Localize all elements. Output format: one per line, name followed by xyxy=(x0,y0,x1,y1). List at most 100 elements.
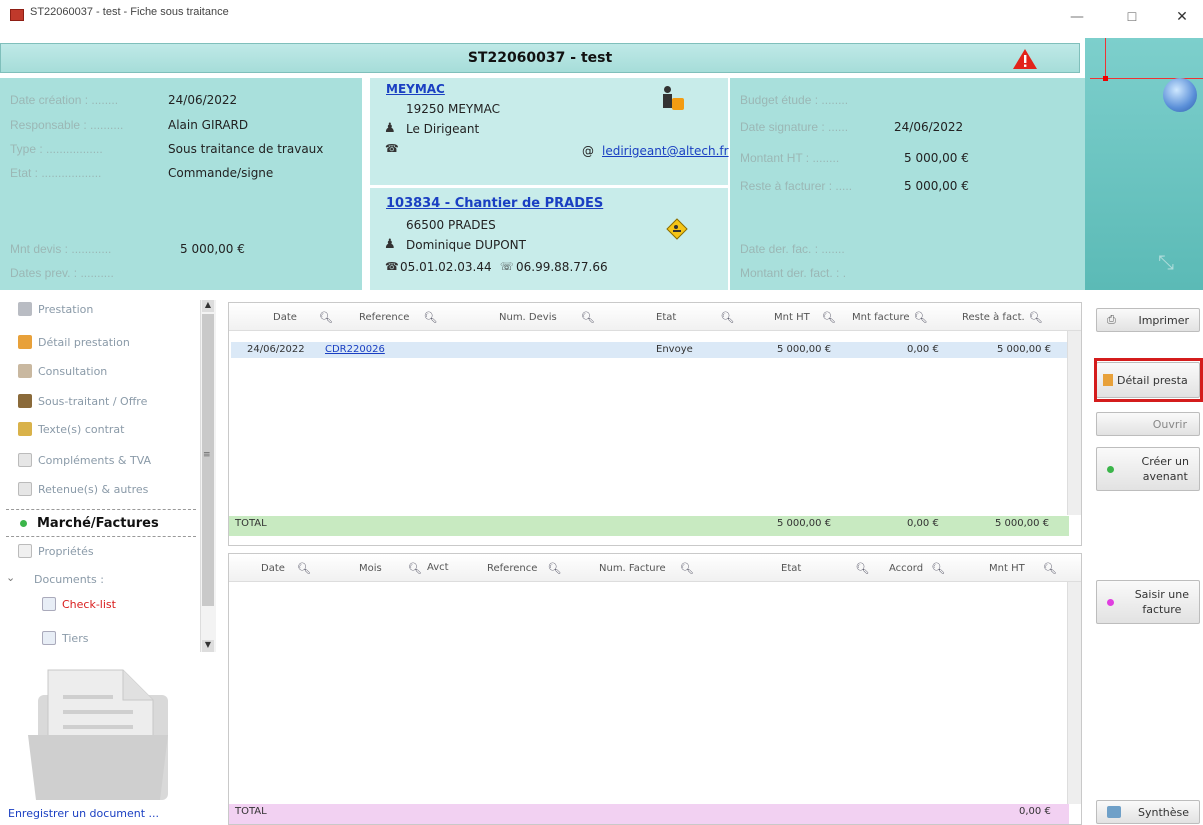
chantier-contact: Dominique DUPONT xyxy=(406,238,526,252)
column-reference[interactable]: Reference 🔍︎ xyxy=(359,311,437,324)
scroll-up-icon[interactable]: ▲ xyxy=(202,300,214,312)
sidebar-item-consultation[interactable]: Consultation xyxy=(18,360,107,382)
cell-date: 24/06/2022 xyxy=(247,344,305,355)
app-icon xyxy=(10,9,24,21)
green-dot-icon xyxy=(1107,465,1114,473)
filter-icon[interactable]: 🔍︎ xyxy=(1029,311,1043,324)
scroll-down-icon[interactable]: ▼ xyxy=(202,640,214,652)
column-avct[interactable]: Avct xyxy=(427,562,449,573)
chevron-down-icon[interactable]: ⌄ xyxy=(6,571,15,584)
column-etat[interactable]: Etat 🔍︎ xyxy=(656,311,734,324)
enter-invoice-button[interactable]: Saisir une facture xyxy=(1096,580,1200,624)
chantier-link[interactable]: 103834 - Chantier de PRADES xyxy=(386,196,603,211)
sidebar-item-proprietes[interactable]: Propriétés xyxy=(18,540,94,562)
subcontractor-icon xyxy=(18,394,32,408)
sidebar-item-retenues[interactable]: Retenue(s) & autres xyxy=(18,478,148,500)
chantier-city: 66500 PRADES xyxy=(406,218,496,232)
column-date[interactable]: Date 🔍︎ xyxy=(261,562,311,575)
document-icon xyxy=(42,631,56,645)
gear-icon xyxy=(18,302,32,316)
total-mnt-ht: 0,00 € xyxy=(1019,806,1051,817)
filter-icon[interactable]: 🔍︎ xyxy=(822,311,836,324)
filter-icon[interactable]: 🔍︎ xyxy=(408,562,422,575)
column-accord[interactable]: Accord 🔍︎ xyxy=(889,562,945,575)
grid-scrollbar[interactable] xyxy=(1067,582,1081,804)
sidebar-item-detail-prestation[interactable]: Détail prestation xyxy=(18,331,130,353)
marker-dot xyxy=(1103,76,1108,81)
column-reference[interactable]: Reference 🔍︎ xyxy=(487,562,561,575)
document-icon xyxy=(18,482,32,496)
warning-icon[interactable] xyxy=(1012,48,1038,70)
responsable-value: Alain GIRARD xyxy=(168,118,249,132)
record-title: ST22060037 - test xyxy=(467,50,613,66)
filter-icon[interactable]: 🔍︎ xyxy=(1043,562,1057,575)
grip-icon[interactable]: ≡ xyxy=(203,450,211,460)
filter-icon[interactable]: 🔍︎ xyxy=(547,562,561,575)
maximize-button[interactable]: ☐ xyxy=(1117,4,1147,30)
sidebar-item-documents[interactable]: Documents : xyxy=(34,568,104,590)
sidebar-item-marche-factures[interactable]: Marché/Factures xyxy=(18,512,159,534)
grid-header: Date 🔍︎ Reference 🔍︎ Num. Devis 🔍︎ Etat 🔍︎ M… xyxy=(229,303,1081,331)
montant-ht-label: Montant HT : ........ xyxy=(740,151,840,165)
email-at-icon: @ xyxy=(582,144,594,158)
expand-arrows-icon[interactable]: ⤡ xyxy=(1158,250,1174,274)
filter-icon[interactable]: 🔍︎ xyxy=(680,562,694,575)
date-creation-value: 24/06/2022 xyxy=(168,93,238,107)
cell-mnt-ht: 5 000,00 € xyxy=(777,344,832,355)
column-mois[interactable]: Mois 🔍︎ xyxy=(359,562,422,575)
column-etat[interactable]: Etat 🔍︎ xyxy=(781,562,869,575)
sidebar-item-textes-contrat[interactable]: Texte(s) contrat xyxy=(18,418,124,440)
total-row: TOTAL 5 000,00 € 0,00 € 5 000,00 € xyxy=(229,516,1069,536)
minimize-button[interactable]: — xyxy=(1062,4,1092,30)
company-link[interactable]: MEYMAC xyxy=(386,82,445,96)
highlight-box xyxy=(1094,358,1203,402)
invoices-grid: Date 🔍︎ Mois 🔍︎ Avct Reference 🔍︎ Num. Fact… xyxy=(228,553,1082,825)
filter-icon[interactable]: 🔍︎ xyxy=(931,562,945,575)
open-button[interactable]: Ouvrir xyxy=(1096,412,1200,436)
mnt-devis-label: Mnt devis : ............ xyxy=(10,242,112,256)
filter-icon[interactable]: 🔍︎ xyxy=(914,311,928,324)
column-date[interactable]: Date 🔍︎ xyxy=(273,311,333,324)
column-mnt-ht[interactable]: Mnt HT 🔍︎ xyxy=(989,562,1057,575)
column-reste[interactable]: Reste à fact. 🔍︎ xyxy=(962,311,1043,324)
sidebar-item-complements-tva[interactable]: Compléments & TVA xyxy=(18,449,151,471)
subcontractor-icon xyxy=(660,86,686,116)
info-panel-general: Date création : ........ 24/06/2022 Resp… xyxy=(0,78,362,290)
save-document-link[interactable]: Enregistrer un document ... xyxy=(8,807,159,820)
column-num-facture[interactable]: Num. Facture 🔍︎ xyxy=(599,562,694,575)
responsable-label: Responsable : .......... xyxy=(10,118,124,132)
pencil-icon xyxy=(18,422,32,436)
sidebar-scroll-thumb[interactable] xyxy=(202,314,214,606)
pink-dot-icon xyxy=(1107,598,1114,606)
synthesis-button[interactable]: Synthèse xyxy=(1096,800,1200,824)
filter-icon[interactable]: 🔍︎ xyxy=(581,311,595,324)
reste-value: 5 000,00 € xyxy=(904,179,969,193)
filter-icon[interactable]: 🔍︎ xyxy=(319,311,333,324)
company-contact: Le Dirigeant xyxy=(406,122,480,136)
print-button[interactable]: ⎙ Imprimer xyxy=(1096,308,1200,332)
sidebar-item-tiers[interactable]: Tiers xyxy=(42,627,88,649)
record-header: ST22060037 - test xyxy=(0,43,1080,73)
create-avenant-button[interactable]: Créer un avenant xyxy=(1096,447,1200,491)
cell-reference[interactable]: CDR220026 xyxy=(325,344,385,355)
column-mnt-facture[interactable]: Mnt facture 🔍︎ xyxy=(852,311,927,324)
table-row[interactable]: 24/06/2022 CDR220026 Envoye 5 000,00 € 0… xyxy=(231,342,1067,358)
close-button[interactable]: ✕ xyxy=(1167,4,1197,30)
filter-icon[interactable]: 🔍︎ xyxy=(423,311,437,324)
document-dropzone-icon[interactable] xyxy=(18,665,178,805)
sidebar-item-prestation[interactable]: Prestation xyxy=(18,298,93,320)
sidebar-item-check-list[interactable]: Check-list xyxy=(42,593,116,615)
detail-icon xyxy=(18,335,32,349)
sidebar-item-sous-traitant[interactable]: Sous-traitant / Offre xyxy=(18,390,147,412)
phone-icon: ☎ xyxy=(385,142,399,155)
grid-header: Date 🔍︎ Mois 🔍︎ Avct Reference 🔍︎ Num. Fact… xyxy=(229,554,1081,582)
email-link[interactable]: ledirigeant@altech.fr xyxy=(602,144,729,158)
filter-icon[interactable]: 🔍︎ xyxy=(297,562,311,575)
filter-icon[interactable]: 🔍︎ xyxy=(855,562,869,575)
globe-icon[interactable] xyxy=(1163,78,1197,112)
filter-icon[interactable]: 🔍︎ xyxy=(720,311,734,324)
column-num-devis[interactable]: Num. Devis 🔍︎ xyxy=(499,311,595,324)
grid-scrollbar[interactable] xyxy=(1067,331,1081,515)
column-mnt-ht[interactable]: Mnt HT 🔍︎ xyxy=(774,311,836,324)
cell-mnt-facture: 0,00 € xyxy=(907,344,939,355)
